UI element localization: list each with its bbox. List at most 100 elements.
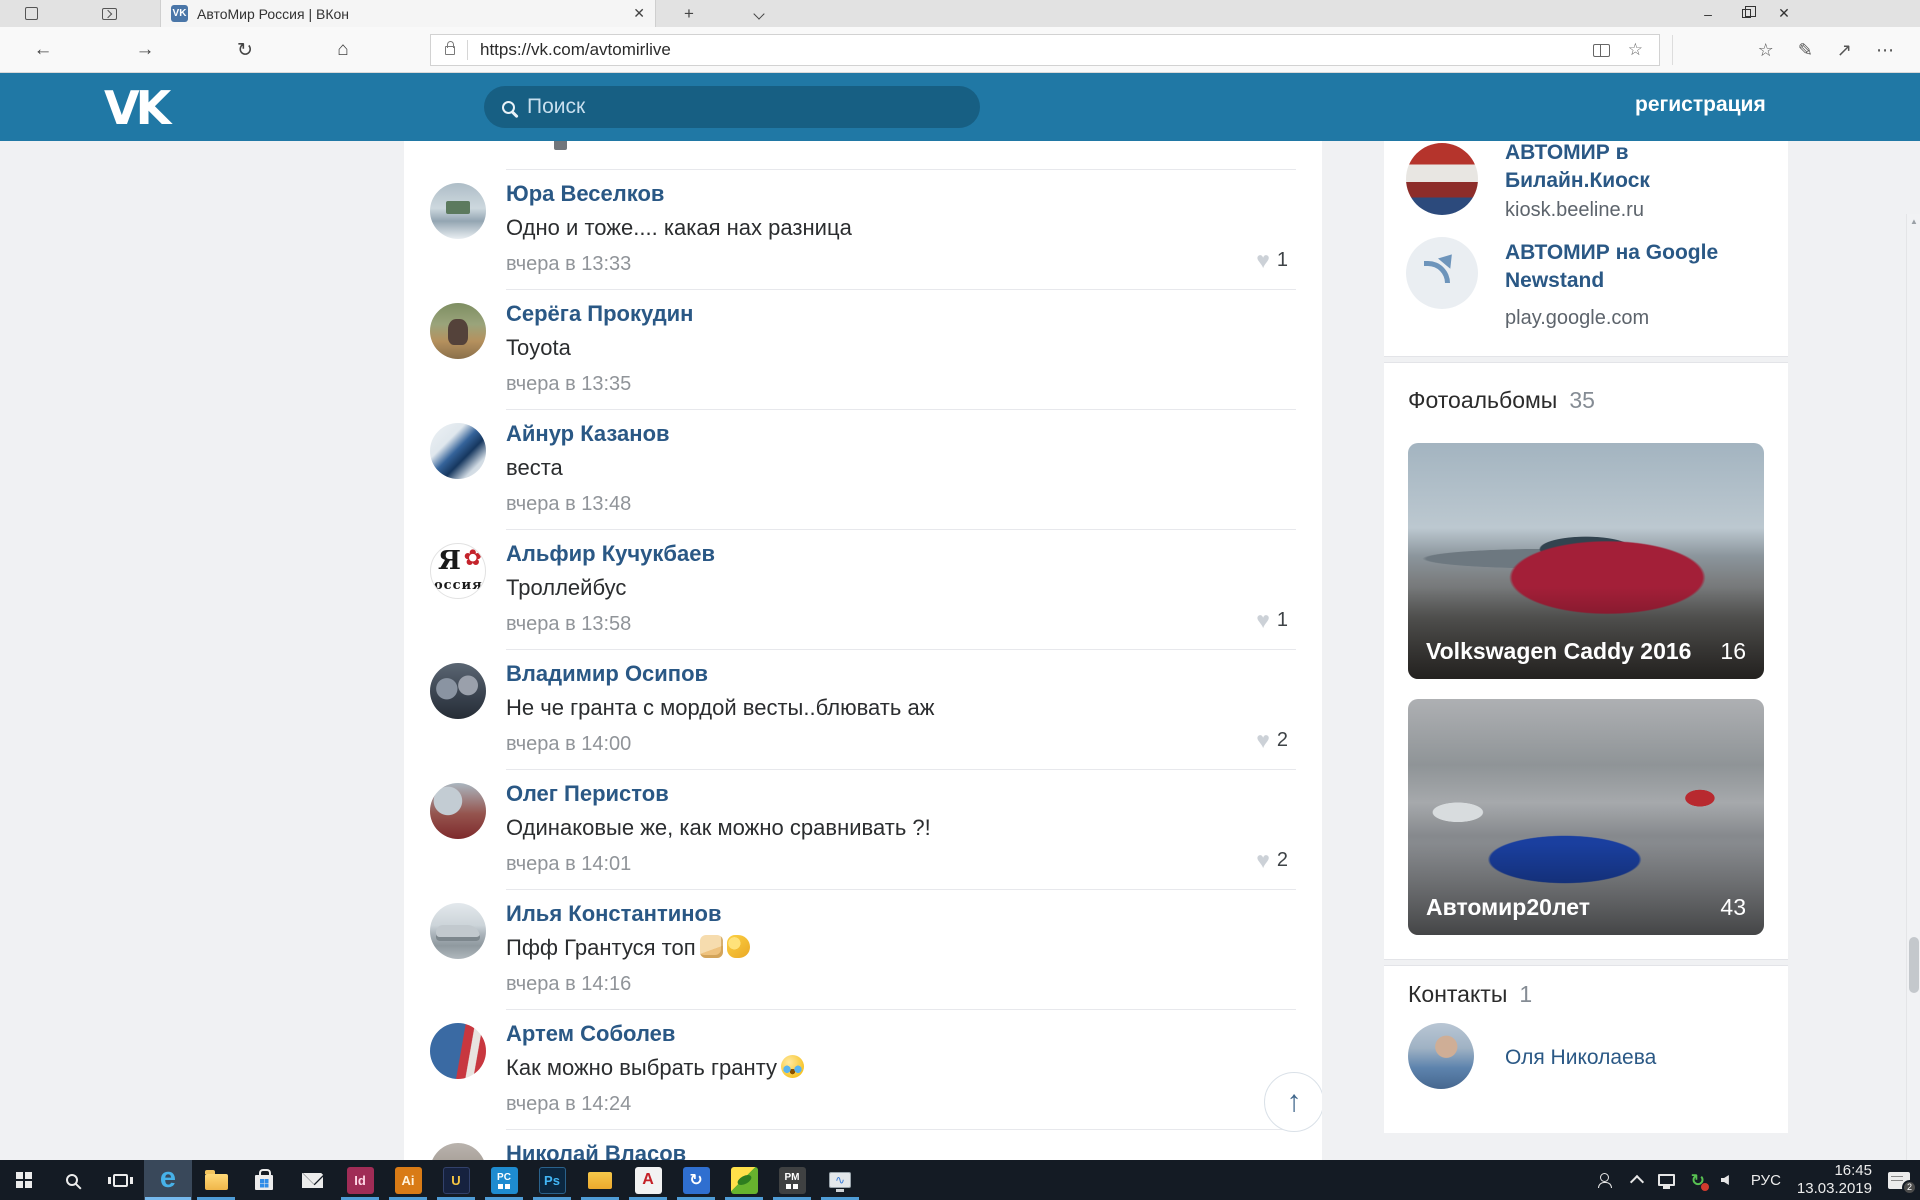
browser-tab[interactable]: VK АвтоМир Россия | ВКон ✕ — [160, 0, 656, 27]
tray-people-icon[interactable] — [1598, 1173, 1616, 1187]
taskbar-indesign-icon[interactable]: Id — [336, 1160, 384, 1200]
tray-notification-icon[interactable]: 2 — [1888, 1172, 1910, 1189]
user-avatar[interactable] — [430, 783, 486, 839]
comment-author-link[interactable]: Илья Константинов — [506, 901, 722, 927]
window-restore-button[interactable] — [1728, 0, 1764, 27]
scroll-to-top-button[interactable]: ↑ — [1264, 1072, 1322, 1132]
favorite-star-icon[interactable]: ☆ — [1628, 40, 1643, 60]
comment-author-link[interactable]: Олег Перистов — [506, 781, 669, 807]
refresh-icon[interactable]: ↻ — [230, 36, 260, 64]
ulead-tile-icon: U — [443, 1167, 470, 1194]
comment-row: Юра ВеселковОдно и тоже.... какая нах ра… — [404, 169, 1322, 289]
hub-icon[interactable]: ☆ — [1758, 40, 1774, 61]
taskbar-leaf-app-icon[interactable] — [720, 1160, 768, 1200]
share-icon[interactable]: ↗ — [1837, 40, 1852, 61]
like-button[interactable]: ♥1 — [1256, 249, 1288, 272]
comment-author-link[interactable]: Юра Веселков — [506, 181, 664, 207]
photo-album-card[interactable]: Автомир20лет43 — [1408, 699, 1764, 935]
window-minimize-button[interactable]: – — [1690, 0, 1726, 27]
user-avatar[interactable] — [430, 1143, 486, 1160]
like-button[interactable]: ♥2 — [1256, 849, 1288, 872]
url-field[interactable]: https://vk.com/avtomirlive ☆ — [430, 34, 1660, 66]
page-scrollbar[interactable]: ▲ ▼ — [1906, 214, 1920, 1200]
taskbar-file-explorer-icon[interactable] — [192, 1160, 240, 1200]
comment-author-link[interactable]: Серёга Прокудин — [506, 301, 693, 327]
comment-timestamp[interactable]: вчера в 14:24 — [506, 1093, 631, 1116]
photo-album-card[interactable]: Volkswagen Caddy 201616 — [1408, 443, 1764, 679]
albums-header[interactable]: Фотоальбомы35 — [1408, 387, 1595, 414]
window-close-button[interactable]: ✕ — [1766, 0, 1802, 27]
tab-preview-icon[interactable] — [96, 4, 122, 23]
sidebar-link-url[interactable]: kiosk.beeline.ru — [1505, 199, 1644, 222]
user-avatar[interactable] — [430, 903, 486, 959]
tab-list-chevron-icon[interactable] — [745, 2, 773, 25]
comment-author-link[interactable]: Артем Соболев — [506, 1021, 675, 1047]
taskbar-search-icon[interactable] — [48, 1160, 96, 1200]
comment-timestamp[interactable]: вчера в 13:33 — [506, 253, 631, 276]
comment-timestamp[interactable]: вчера в 13:35 — [506, 373, 631, 396]
sidebar-link-title[interactable]: АВТОМИР в Билайн.Киоск — [1505, 139, 1765, 195]
user-avatar[interactable] — [430, 663, 486, 719]
taskbar-task-view-icon[interactable] — [96, 1160, 144, 1200]
tray-sync-alert-icon[interactable]: ↻ — [1691, 1172, 1705, 1189]
comment-timestamp[interactable]: вчера в 14:16 — [506, 973, 631, 996]
register-link[interactable]: регистрация — [1635, 93, 1766, 117]
taskbar-pagemaker-icon[interactable]: PM — [768, 1160, 816, 1200]
tray-chevron-up-icon[interactable] — [1630, 1175, 1644, 1189]
taskbar-store-icon[interactable] — [240, 1160, 288, 1200]
comment-timestamp[interactable]: вчера в 13:58 — [506, 613, 631, 636]
comment-author-link[interactable]: Владимир Осипов — [506, 661, 708, 687]
contacts-header[interactable]: Контакты1 — [1408, 981, 1532, 1008]
search-box[interactable]: Поиск — [484, 86, 980, 128]
annotate-pen-icon[interactable]: ✎ — [1798, 40, 1813, 61]
taskbar-sync-app-icon[interactable]: ↻ — [672, 1160, 720, 1200]
home-icon[interactable]: ⌂ — [328, 36, 358, 64]
sidebar-link-title[interactable]: АВТОМИР на Google Newstand — [1505, 239, 1765, 295]
taskbar-edge-icon[interactable]: e — [144, 1160, 192, 1200]
url-text[interactable]: https://vk.com/avtomirlive — [480, 40, 1593, 60]
tab-close-icon[interactable]: ✕ — [633, 5, 645, 22]
tray-volume-icon[interactable] — [1721, 1175, 1729, 1185]
set-aside-tabs-icon[interactable] — [18, 4, 44, 23]
comment-author-link[interactable]: Николай Власов — [506, 1141, 686, 1160]
comment-timestamp[interactable]: вчера в 13:48 — [506, 493, 631, 516]
comment-author-link[interactable]: Айнур Казанов — [506, 421, 670, 447]
user-avatar[interactable] — [430, 423, 486, 479]
taskbar-ulead-icon[interactable]: U — [432, 1160, 480, 1200]
user-avatar[interactable]: Я✿оссия — [430, 543, 486, 599]
taskbar-start-icon[interactable] — [0, 1160, 48, 1200]
scrollbar-thumb[interactable] — [1909, 937, 1919, 993]
new-tab-button[interactable]: + — [675, 2, 703, 25]
tray-language-label[interactable]: РУС — [1751, 1172, 1781, 1189]
sidebar-link-avatar[interactable] — [1406, 237, 1478, 309]
sidebar-link-url[interactable]: play.google.com — [1505, 307, 1649, 330]
like-button[interactable]: ♥1 — [1256, 609, 1288, 632]
comment-timestamp[interactable]: вчера в 14:01 — [506, 853, 631, 876]
tray-clock[interactable]: 16:4513.03.2019 — [1797, 1162, 1872, 1198]
back-icon[interactable]: ← — [28, 36, 58, 64]
reading-view-icon[interactable] — [1593, 44, 1610, 57]
avatar-flower-icon: ✿ — [464, 545, 482, 571]
like-button[interactable]: ♥2 — [1256, 729, 1288, 752]
taskbar-photoshop-icon[interactable]: Ps — [528, 1160, 576, 1200]
taskbar-mail-clock-icon[interactable] — [576, 1160, 624, 1200]
forward-icon[interactable]: → — [130, 36, 160, 64]
taskbar-illustrator-icon[interactable]: Ai — [384, 1160, 432, 1200]
scrollbar-up-arrow[interactable]: ▲ — [1907, 214, 1920, 230]
comment-author-link[interactable]: Альфир Кучукбаев — [506, 541, 715, 567]
sidebar-link-avatar[interactable] — [1406, 143, 1478, 215]
comment-timestamp[interactable]: вчера в 14:00 — [506, 733, 631, 756]
user-avatar[interactable] — [430, 183, 486, 239]
comment-text: Одинаковые же, как можно сравнивать ?! — [506, 815, 931, 841]
user-avatar[interactable] — [430, 1023, 486, 1079]
tray-network-icon[interactable] — [1658, 1174, 1675, 1186]
contact-name-link[interactable]: Оля Николаева — [1505, 1046, 1656, 1070]
taskbar-pc-app-icon[interactable]: PC — [480, 1160, 528, 1200]
vk-logo[interactable]: VK — [104, 81, 167, 135]
taskbar-mail-icon[interactable] — [288, 1160, 336, 1200]
taskbar-monitor-app-icon[interactable]: ∿ — [816, 1160, 864, 1200]
user-avatar[interactable] — [430, 303, 486, 359]
more-ellipsis-icon[interactable]: ⋯ — [1876, 40, 1894, 61]
taskbar-acrobat-icon[interactable]: A — [624, 1160, 672, 1200]
contact-avatar[interactable] — [1408, 1023, 1474, 1089]
